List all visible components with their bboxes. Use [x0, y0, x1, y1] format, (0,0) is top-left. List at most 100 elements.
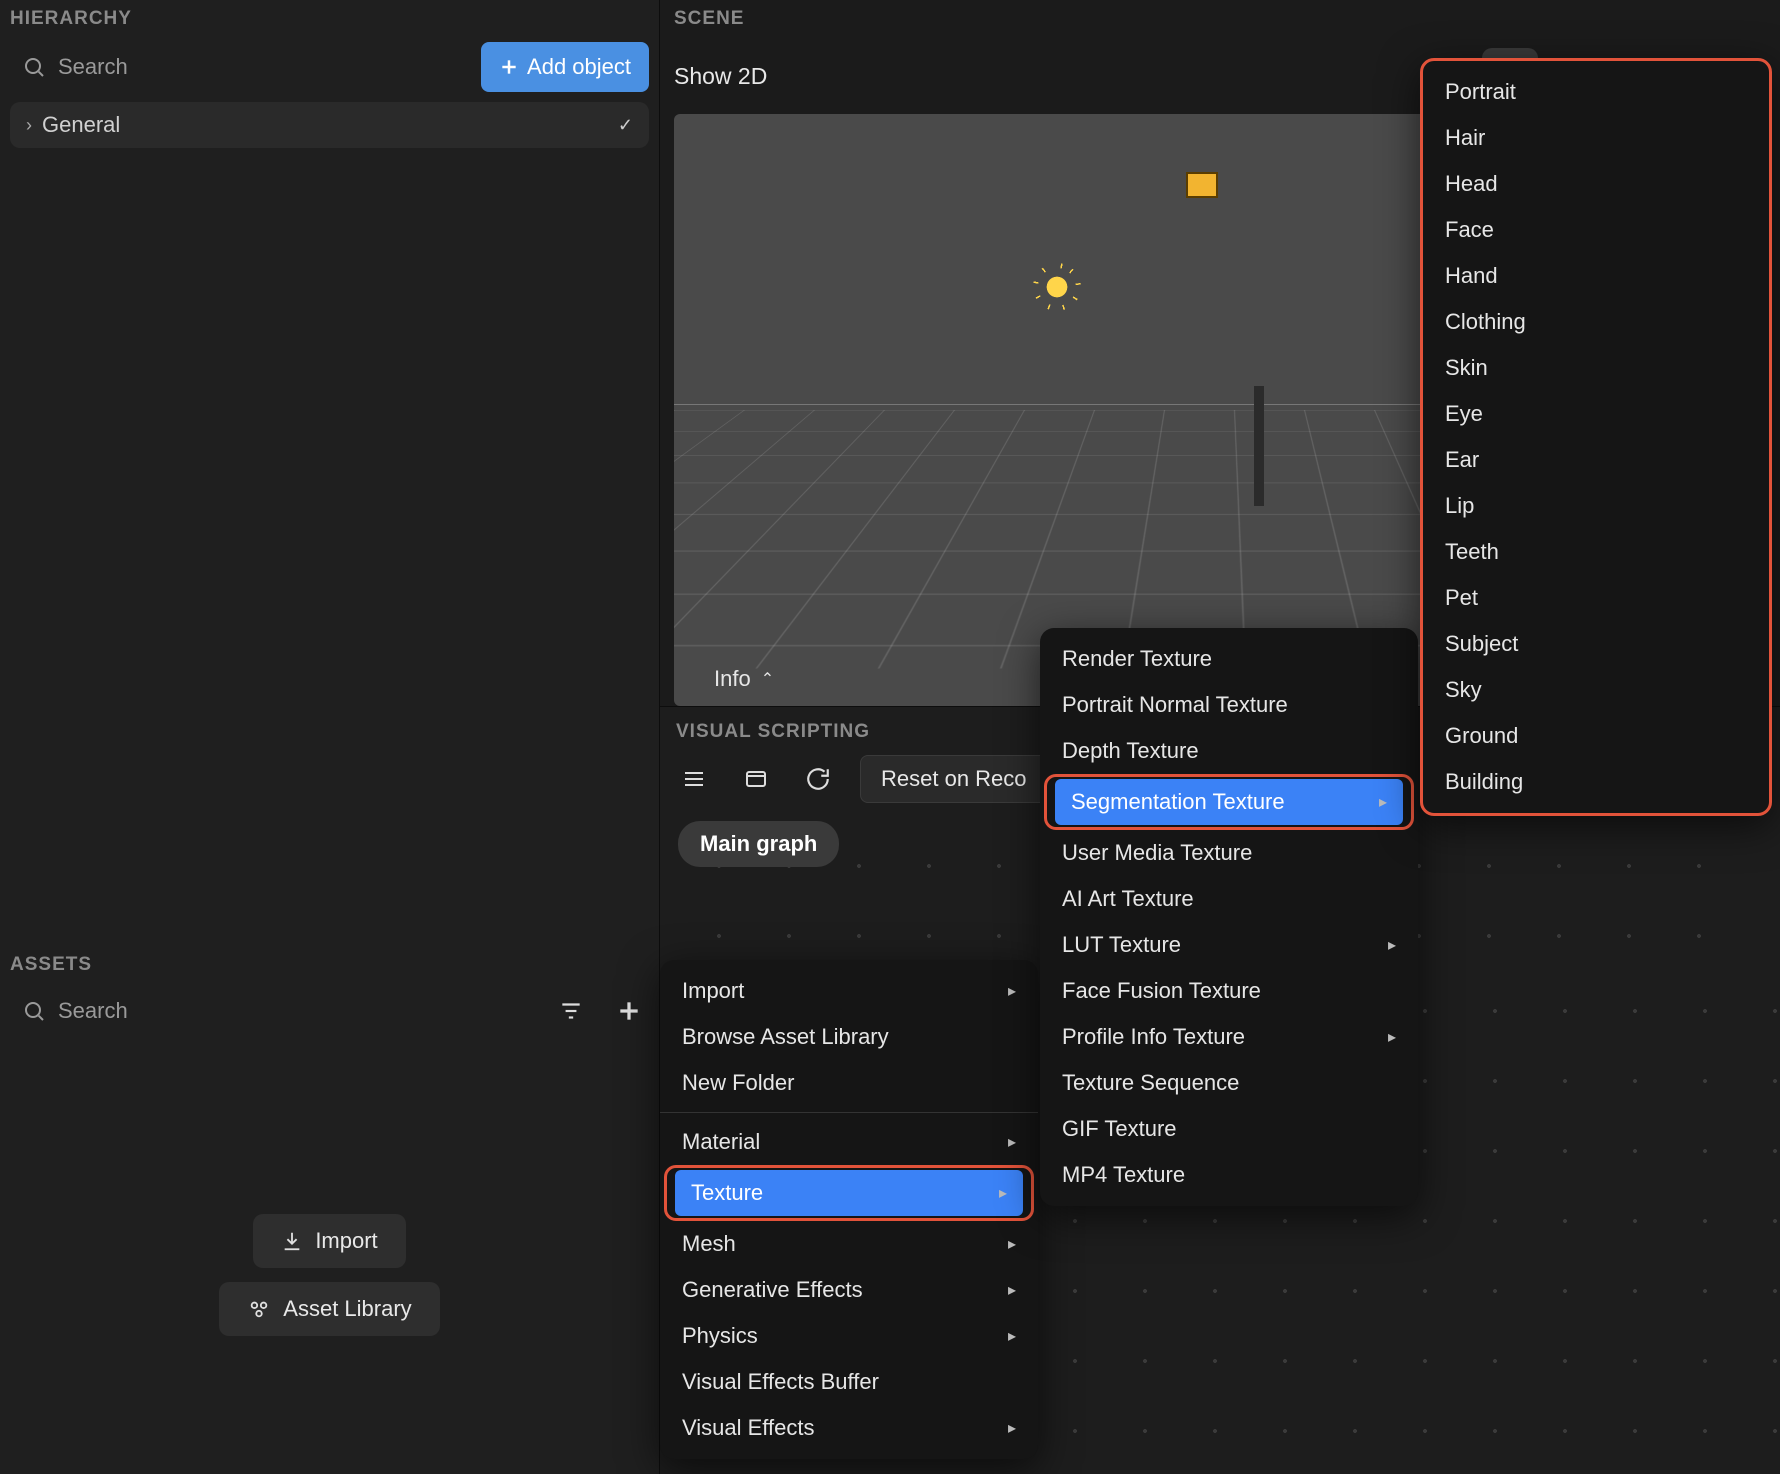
menu-item-label: Material	[682, 1129, 760, 1155]
menu-item-label: User Media Texture	[1062, 840, 1252, 866]
menu-item-label: Portrait	[1445, 79, 1516, 105]
segmentation-menu-item[interactable]: Eye	[1423, 391, 1769, 437]
segmentation-menu-item[interactable]: Hand	[1423, 253, 1769, 299]
show-2d-button[interactable]: Show 2D	[674, 63, 1462, 90]
hierarchy-search-input[interactable]	[58, 54, 457, 80]
context-menu-segmentation: Portrait Hair Head Face Hand Clothing Skin Eye E…	[1420, 58, 1772, 816]
highlight-outline: Segmentation Texture▸	[1044, 774, 1414, 830]
menu-item-label: Building	[1445, 769, 1523, 795]
context-menu-assets: Import ▸ Browse Asset Library New Folder Mat…	[660, 960, 1038, 1459]
info-label: Info	[714, 666, 751, 692]
info-toggle[interactable]: Info ⌃	[714, 666, 774, 692]
assets-search-input[interactable]	[58, 998, 529, 1024]
assets-menu-item[interactable]: Import ▸	[660, 968, 1038, 1014]
segmentation-menu-item[interactable]: Hair	[1423, 115, 1769, 161]
menu-item-label: GIF Texture	[1062, 1116, 1177, 1142]
menu-item-label: Teeth	[1445, 539, 1499, 565]
asset-library-button[interactable]: Asset Library	[219, 1282, 439, 1336]
hierarchy-panel: HIERARCHY Add object › General	[0, 0, 660, 946]
scene-chip-icon	[1186, 172, 1218, 198]
highlight-outline: Texture▸	[664, 1165, 1034, 1221]
hierarchy-title: HIERARCHY	[0, 0, 659, 42]
assets-menu-item[interactable]: Browse Asset Library	[660, 1014, 1038, 1060]
texture-menu-item[interactable]: Profile Info Texture ▸	[1040, 1014, 1418, 1060]
texture-menu-item[interactable]: GIF Texture	[1040, 1106, 1418, 1152]
segmentation-menu-item[interactable]: Pet	[1423, 575, 1769, 621]
segmentation-menu-item[interactable]: Clothing	[1423, 299, 1769, 345]
assets-menu-item[interactable]: Visual Effects Buffer	[660, 1359, 1038, 1405]
segmentation-menu-item[interactable]: Skin	[1423, 345, 1769, 391]
segmentation-menu-item[interactable]: Portrait	[1423, 69, 1769, 115]
texture-menu-item[interactable]: Texture Sequence	[1040, 1060, 1418, 1106]
segmentation-menu-item[interactable]: Subject	[1423, 621, 1769, 667]
camera-gizmo[interactable]	[1254, 386, 1264, 506]
menu-item-label: Visual Effects Buffer	[682, 1369, 879, 1395]
menu-item-label: Profile Info Texture	[1062, 1024, 1245, 1050]
menu-item-label: Face	[1445, 217, 1494, 243]
menu-item-label: Texture	[691, 1180, 763, 1206]
texture-menu-item[interactable]: Render Texture	[1040, 636, 1418, 682]
segmentation-menu-item[interactable]: Head	[1423, 161, 1769, 207]
texture-menu-item[interactable]: Face Fusion Texture	[1040, 968, 1418, 1014]
list-icon[interactable]	[674, 759, 714, 799]
assets-menu-item[interactable]: Texture▸	[675, 1170, 1023, 1216]
menu-item-label: Skin	[1445, 355, 1488, 381]
assets-menu-item[interactable]: Material ▸	[660, 1119, 1038, 1165]
hierarchy-item-general[interactable]: › General ✓	[10, 102, 649, 148]
assets-menu-item[interactable]: Physics▸	[660, 1313, 1038, 1359]
reset-on-reco-button[interactable]: Reset on Reco	[860, 755, 1048, 803]
menu-item-label: Lip	[1445, 493, 1474, 519]
assets-menu-item[interactable]: Mesh▸	[660, 1221, 1038, 1267]
scene-title: SCENE	[660, 0, 1780, 38]
texture-menu-item[interactable]: MP4 Texture	[1040, 1152, 1418, 1198]
download-icon	[281, 1230, 303, 1252]
directional-light-icon[interactable]	[1039, 269, 1075, 305]
chevron-right-icon: ▸	[1008, 1326, 1016, 1346]
texture-menu-item[interactable]: Portrait Normal Texture	[1040, 682, 1418, 728]
menu-item-label: Clothing	[1445, 309, 1526, 335]
texture-menu-item[interactable]: Depth Texture	[1040, 728, 1418, 774]
menu-item-label: Segmentation Texture	[1071, 789, 1285, 815]
chevron-right-icon: ▸	[1388, 1027, 1396, 1047]
menu-item-label: LUT Texture	[1062, 932, 1181, 958]
assets-menu-item[interactable]: Visual Effects▸	[660, 1405, 1038, 1451]
menu-separator	[660, 1112, 1038, 1113]
texture-menu-item[interactable]: User Media Texture	[1040, 830, 1418, 876]
menu-item-label: Import	[682, 978, 744, 1004]
chevron-right-icon: ▸	[1008, 1132, 1016, 1152]
hierarchy-item-label: General	[42, 112, 608, 138]
segmentation-menu-item[interactable]: Building	[1423, 759, 1769, 805]
segmentation-menu-item[interactable]: Teeth	[1423, 529, 1769, 575]
library-icon	[247, 1298, 271, 1320]
texture-menu-item[interactable]: AI Art Texture	[1040, 876, 1418, 922]
chevron-up-icon: ⌃	[761, 669, 774, 689]
segmentation-menu-item[interactable]: Lip	[1423, 483, 1769, 529]
menu-item-label: Portrait Normal Texture	[1062, 692, 1288, 718]
import-button[interactable]: Import	[253, 1214, 405, 1268]
menu-item-label: Hair	[1445, 125, 1485, 151]
segmentation-menu-item[interactable]: Ground	[1423, 713, 1769, 759]
menu-item-label: Texture Sequence	[1062, 1070, 1239, 1096]
assets-search[interactable]	[10, 988, 541, 1034]
texture-menu-item[interactable]: LUT Texture▸	[1040, 922, 1418, 968]
filter-icon[interactable]	[551, 991, 591, 1031]
context-menu-texture: Render Texture Portrait Normal Texture Dep…	[1040, 628, 1418, 1206]
main-graph-chip[interactable]: Main graph	[678, 821, 839, 867]
segmentation-menu-item[interactable]: Face	[1423, 207, 1769, 253]
window-icon[interactable]	[736, 759, 776, 799]
chevron-right-icon: ▸	[1008, 981, 1016, 1001]
refresh-icon[interactable]	[798, 759, 838, 799]
texture-menu-item[interactable]: Segmentation Texture▸	[1055, 779, 1403, 825]
assets-panel: ASSETS Import Asset Li	[0, 946, 660, 1474]
assets-title: ASSETS	[0, 946, 659, 988]
segmentation-menu-item[interactable]: Ear	[1423, 437, 1769, 483]
segmentation-menu-item[interactable]: Sky	[1423, 667, 1769, 713]
add-asset-icon[interactable]	[609, 991, 649, 1031]
menu-item-label: Pet	[1445, 585, 1478, 611]
add-object-button[interactable]: Add object	[481, 42, 649, 92]
menu-item-label: Browse Asset Library	[682, 1024, 889, 1050]
assets-menu-item[interactable]: Generative Effects▸	[660, 1267, 1038, 1313]
assets-menu-item[interactable]: New Folder	[660, 1060, 1038, 1106]
hierarchy-search[interactable]	[10, 44, 469, 90]
menu-item-label: Ear	[1445, 447, 1479, 473]
